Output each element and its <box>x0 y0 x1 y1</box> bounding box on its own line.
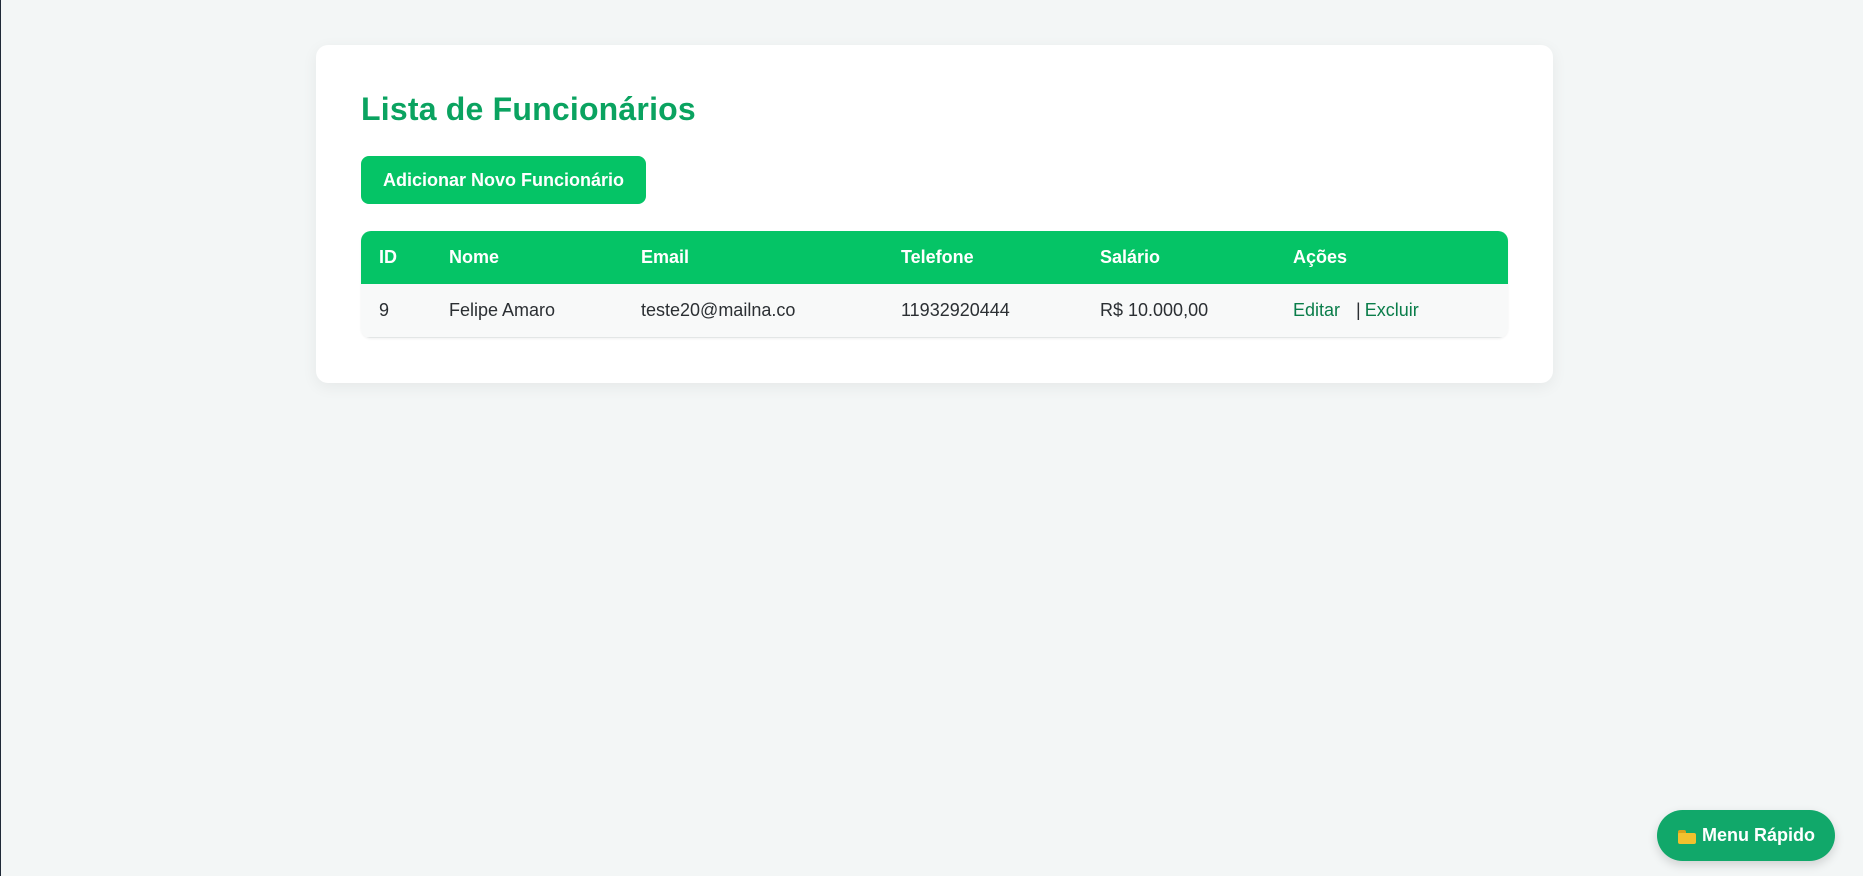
delete-link[interactable]: Excluir <box>1365 300 1419 320</box>
quick-menu-label: Menu Rápido <box>1702 825 1815 845</box>
header-nome: Nome <box>449 247 500 267</box>
action-separator: | <box>1356 299 1361 320</box>
cell-telefone: 11932920444 <box>901 299 1010 320</box>
cell-nome: Felipe Amaro <box>449 299 556 320</box>
header-id: ID <box>379 247 397 267</box>
add-employee-button[interactable]: Adicionar Novo Funcionário <box>361 156 647 204</box>
header-acoes: Ações <box>1293 247 1348 267</box>
header-telefone: Telefone <box>901 247 974 267</box>
employee-table: ID Nome Email Telefone Salário Ações 9 F… <box>361 231 1508 338</box>
folder-icon <box>1678 829 1696 844</box>
cell-salario: R$ 10.000,00 <box>1100 299 1209 320</box>
table-row: 9 Felipe Amaro teste20@mailna.co 1193292… <box>361 284 1508 337</box>
cell-id: 9 <box>379 299 390 320</box>
page-title: Lista de Funcionários <box>361 91 696 127</box>
cell-acoes: Editar | Excluir <box>1275 284 1508 337</box>
employee-list-card: Lista de Funcionários Adicionar Novo Fun… <box>316 45 1553 383</box>
header-email: Email <box>641 247 690 267</box>
header-salario: Salário <box>1100 247 1161 267</box>
table-header-row: ID Nome Email Telefone Salário Ações <box>361 231 1508 284</box>
cell-email: teste20@mailna.co <box>641 299 796 320</box>
quick-menu-button[interactable]: Menu Rápido <box>1657 810 1835 861</box>
edit-link[interactable]: Editar <box>1293 300 1340 320</box>
